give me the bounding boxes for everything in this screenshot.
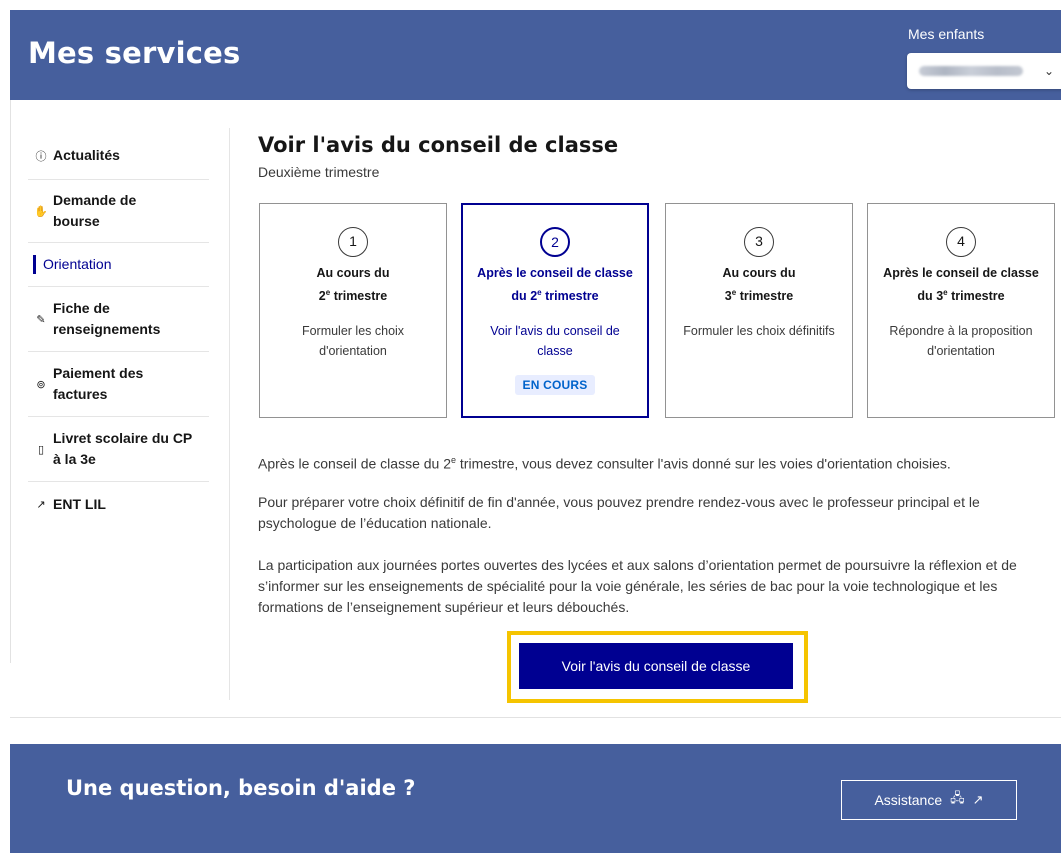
step-heading: Après le conseil de classe du 3e trimest… <box>883 266 1039 304</box>
left-border <box>10 100 11 663</box>
step-number: 3 <box>744 227 774 257</box>
assistance-label: Assistance <box>874 792 943 808</box>
step-number: 1 <box>338 227 368 257</box>
sidebar-item-label: Actualités <box>53 147 120 163</box>
sidebar-item-bourse[interactable]: ✋ Demande de bourse <box>28 180 209 243</box>
section-title: Voir l'avis du conseil de classe <box>258 133 619 157</box>
sidebar-item-livret[interactable]: ▯ Livret scolaire du CP à la 3e <box>28 417 209 482</box>
info-paragraph-1: Après le conseil de classe du 2e trimest… <box>258 455 951 472</box>
section-subtitle: Deuxième trimestre <box>258 164 380 180</box>
step-description: Formuler les choix définitifs <box>683 324 835 339</box>
support-icon: 🖧 <box>950 790 965 805</box>
sidebar-item-label: Paiement des factures <box>53 365 144 402</box>
sidebar-divider <box>229 128 230 700</box>
hand-coin-icon: ✋ <box>34 205 48 218</box>
step-description: Répondre à la proposition d'orientation <box>889 324 1033 359</box>
sidebar-item-paiement[interactable]: ⊚ Paiement des factures <box>28 352 209 417</box>
edit-document-icon: ✎ <box>36 313 46 326</box>
sidebar-item-fiche[interactable]: ✎ Fiche de renseignements <box>28 287 209 352</box>
external-link-icon: ↗ <box>36 498 46 511</box>
step-description: Formuler les choix d'orientation <box>301 324 405 359</box>
info-circle-icon: ⓘ <box>35 150 47 163</box>
sidebar-item-ent-lil[interactable]: ↗ ENT LIL <box>28 482 209 526</box>
page-header: Mes services Mes enfants ⌄ <box>10 10 1061 100</box>
step-card-4: 4 Après le conseil de classe du 3e trime… <box>867 203 1055 418</box>
help-footer: Une question, besoin d'aide ? Assistance… <box>10 744 1061 853</box>
sidebar-item-actualites[interactable]: ⓘ Actualités <box>28 132 209 180</box>
children-label: Mes enfants <box>908 26 985 42</box>
info-paragraph-3: La participation aux journées portes ouv… <box>258 557 1017 615</box>
sidebar-item-label: Fiche de renseignements <box>53 300 161 337</box>
step-card-1: 1 Au cours du 2e trimestre Formuler les … <box>259 203 447 418</box>
step-card-2: 2 Après le conseil de classe du 2e trime… <box>461 203 649 418</box>
info-paragraph-2: Pour préparer votre choix définitif de f… <box>258 494 980 531</box>
children-select[interactable]: ⌄ <box>907 53 1061 89</box>
step-number: 4 <box>946 227 976 257</box>
step-heading: Au cours du 2e trimestre <box>316 266 390 304</box>
children-selected-value <box>919 66 1023 76</box>
sidebar-item-label: Orientation <box>43 256 112 272</box>
step-card-3: 3 Au cours du 3e trimestre Formuler les … <box>665 203 853 418</box>
step-number: 2 <box>540 227 570 257</box>
sidebar-item-label: Demande de bourse <box>53 192 137 229</box>
status-badge: EN COURS <box>514 375 596 396</box>
book-icon: ▯ <box>37 443 45 456</box>
help-title: Une question, besoin d'aide ? <box>66 776 416 800</box>
sidebar-item-label: Livret scolaire du CP à la 3e <box>53 430 193 467</box>
step-description: Voir l'avis du conseil de classe <box>490 324 620 359</box>
view-council-opinion-button[interactable]: Voir l'avis du conseil de classe <box>519 643 793 689</box>
coin-icon: ⊚ <box>36 378 46 391</box>
chevron-down-icon: ⌄ <box>1043 64 1054 78</box>
assistance-button[interactable]: Assistance 🖧 ↗ <box>841 780 1017 820</box>
sidebar-item-label: ENT LIL <box>53 495 106 512</box>
active-indicator <box>33 255 36 274</box>
step-heading: Après le conseil de classe du 2e trimest… <box>477 266 633 304</box>
external-link-icon: ↗ <box>972 792 984 807</box>
sidebar-nav: ⓘ Actualités ✋ Demande de bourse Orienta… <box>28 132 209 526</box>
sidebar-item-orientation[interactable]: Orientation <box>28 243 209 287</box>
step-heading: Au cours du 3e trimestre <box>722 266 796 304</box>
page-title: Mes services <box>28 36 241 70</box>
